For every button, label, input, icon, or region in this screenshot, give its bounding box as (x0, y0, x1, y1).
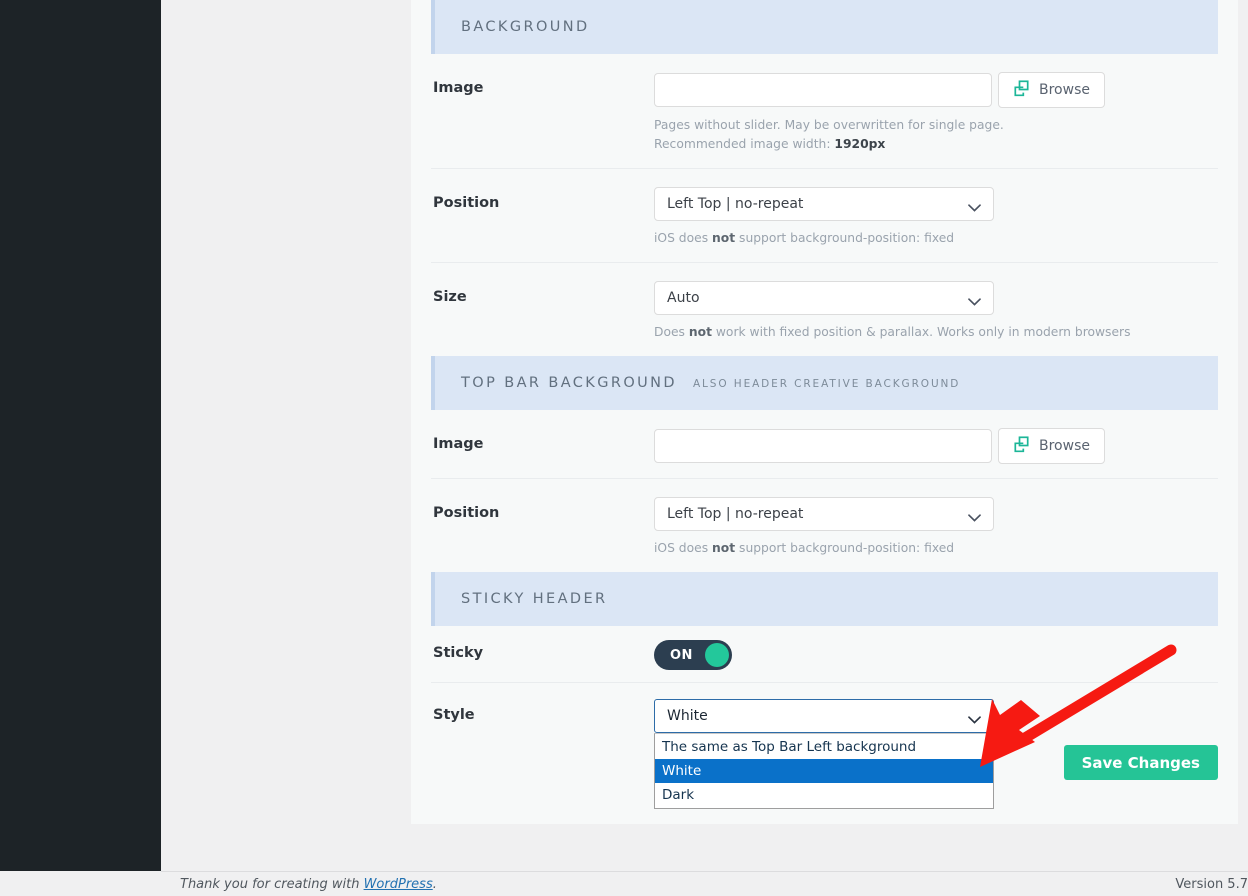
field-label-image: Image (433, 80, 484, 96)
hint-strong: not (712, 541, 736, 556)
select-background-size[interactable]: Auto (654, 281, 994, 316)
theme-options-panel: BACKGROUND Image Browse Pages without sl… (411, 0, 1238, 824)
field-control-background-size: Auto Does not work with fixed position &… (654, 281, 1218, 342)
browse-copy-icon (1013, 436, 1030, 457)
dropdown-option-dark[interactable]: Dark (655, 783, 993, 807)
wordpress-link[interactable]: WordPress (364, 877, 433, 892)
section-title: BACKGROUND (461, 19, 590, 35)
input-with-browse: Browse (654, 72, 1218, 108)
field-label-style: Style (433, 707, 475, 724)
field-label-sticky: Sticky (433, 645, 484, 662)
hint-topbar-position: iOS does not support background-position… (654, 539, 1218, 558)
chevron-down-icon (968, 712, 981, 725)
select-value: Left Top | no-repeat (667, 196, 804, 213)
hint-post: work with fixed position & parallax. Wor… (711, 325, 1131, 340)
field-control-topbar-image: Browse (654, 428, 1218, 465)
admin-footer: Thank you for creating with WordPress. V… (161, 871, 1248, 896)
field-row-sticky-toggle: Sticky ON (431, 626, 1218, 684)
section-title: TOP BAR BACKGROUND (461, 375, 677, 392)
field-control-sticky-style: White The same as Top Bar Left backgroun… (654, 699, 1218, 810)
field-control-sticky-toggle: ON (654, 640, 1218, 671)
hint-post: support background-position: fixed (735, 231, 955, 246)
select-wrap-background-position: Left Top | no-repeat (654, 187, 994, 222)
input-with-browse: Browse (654, 428, 1218, 465)
hint-post: support background-position: fixed (735, 541, 955, 556)
select-topbar-position[interactable]: Left Top | no-repeat (654, 497, 994, 532)
admin-screen: BACKGROUND Image Browse Pages without sl… (0, 0, 1248, 896)
select-value: White (667, 708, 708, 725)
hint-pre: iOS does (654, 541, 713, 556)
field-label-position: Position (433, 505, 500, 522)
section-title: STICKY HEADER (461, 591, 608, 608)
field-row-topbar-image: Image Browse (431, 410, 1218, 480)
hint-background-size: Does not work with fixed position & para… (654, 323, 1218, 342)
select-wrap-sticky-style: White The same as Top Bar Left backgroun… (654, 699, 994, 810)
footer-thanks-pre: Thank you for creating with (180, 877, 364, 892)
field-label-image: Image (433, 436, 484, 453)
select-value: Left Top | no-repeat (667, 506, 804, 523)
section-header-sticky-header: STICKY HEADER (431, 572, 1218, 627)
field-label-position: Position (433, 195, 500, 212)
field-row-topbar-position: Position Left Top | no-repeat iOS does n… (431, 479, 1218, 572)
hint-background-image: Pages without slider. May be overwritten… (654, 116, 1218, 154)
section-header-background: BACKGROUND (431, 0, 1218, 54)
hint-line-2-pre: Recommended image width: (654, 137, 835, 152)
chevron-down-icon (968, 200, 981, 212)
field-control-topbar-position: Left Top | no-repeat iOS does not suppor… (654, 497, 1218, 558)
toggle-knob (705, 643, 729, 668)
wp-admin-sidebar[interactable] (0, 0, 161, 871)
hint-strong: not (712, 231, 736, 246)
field-control-background-image: Browse Pages without slider. May be over… (654, 72, 1218, 154)
field-label-size: Size (433, 289, 467, 306)
hint-pre: iOS does (654, 231, 713, 246)
background-image-input[interactable] (654, 73, 992, 107)
field-row-sticky-style: Style White The same as Top Bar Left bac… (431, 683, 1218, 810)
hint-pre: Does (654, 325, 689, 340)
field-row-background-position: Position Left Top | no-repeat iOS does n… (431, 169, 1218, 264)
select-wrap-topbar-position: Left Top | no-repeat (654, 497, 994, 532)
field-control-background-position: Left Top | no-repeat iOS does not suppor… (654, 187, 1218, 248)
dropdown-option-white[interactable]: White (655, 759, 993, 784)
dropdown-option-same-as-topbar[interactable]: The same as Top Bar Left background (655, 735, 993, 759)
select-sticky-style[interactable]: White (654, 699, 994, 734)
field-row-background-image: Image Browse Pages without slider. May b… (431, 54, 1218, 170)
footer-version: Version 5.7 (1175, 877, 1248, 892)
sticky-toggle-switch[interactable]: ON (654, 640, 732, 671)
browse-button-topbar-image[interactable]: Browse (998, 428, 1105, 465)
topbar-image-input[interactable] (654, 429, 992, 464)
hint-strong: not (688, 325, 712, 340)
footer-thanks: Thank you for creating with WordPress. (180, 877, 437, 892)
browse-button-background-image[interactable]: Browse (998, 72, 1105, 108)
browse-copy-icon (1013, 79, 1030, 101)
chevron-down-icon (968, 294, 981, 306)
select-wrap-background-size: Auto (654, 281, 994, 316)
select-background-position[interactable]: Left Top | no-repeat (654, 187, 994, 222)
hint-background-position: iOS does not support background-position… (654, 229, 1218, 248)
section-header-top-bar-background: TOP BAR BACKGROUND ALSO HEADER CREATIVE … (431, 356, 1218, 411)
save-changes-button[interactable]: Save Changes (1063, 745, 1218, 780)
toggle-state-label: ON (670, 647, 693, 663)
chevron-down-icon (968, 510, 981, 522)
browse-button-label: Browse (1039, 438, 1090, 455)
hint-line-1: Pages without slider. May be overwritten… (654, 118, 1004, 132)
footer-thanks-post: . (432, 877, 437, 892)
section-subtitle: ALSO HEADER CREATIVE BACKGROUND (692, 378, 961, 391)
field-row-background-size: Size Auto Does not work with fixed posit… (431, 263, 1218, 356)
select-value: Auto (667, 290, 700, 307)
browse-button-label: Browse (1039, 82, 1090, 98)
hint-recommended-width: 1920px (834, 137, 886, 152)
sticky-style-dropdown-list[interactable]: The same as Top Bar Left background Whit… (654, 733, 994, 810)
